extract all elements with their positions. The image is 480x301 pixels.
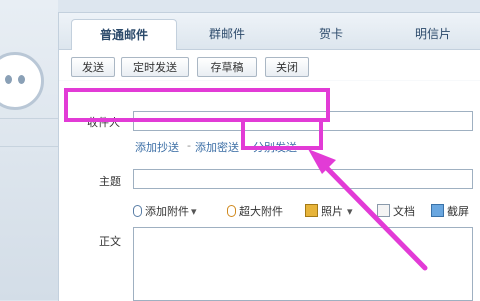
arrow-shaft: [316, 157, 428, 271]
pointer-arrow: [308, 149, 428, 271]
